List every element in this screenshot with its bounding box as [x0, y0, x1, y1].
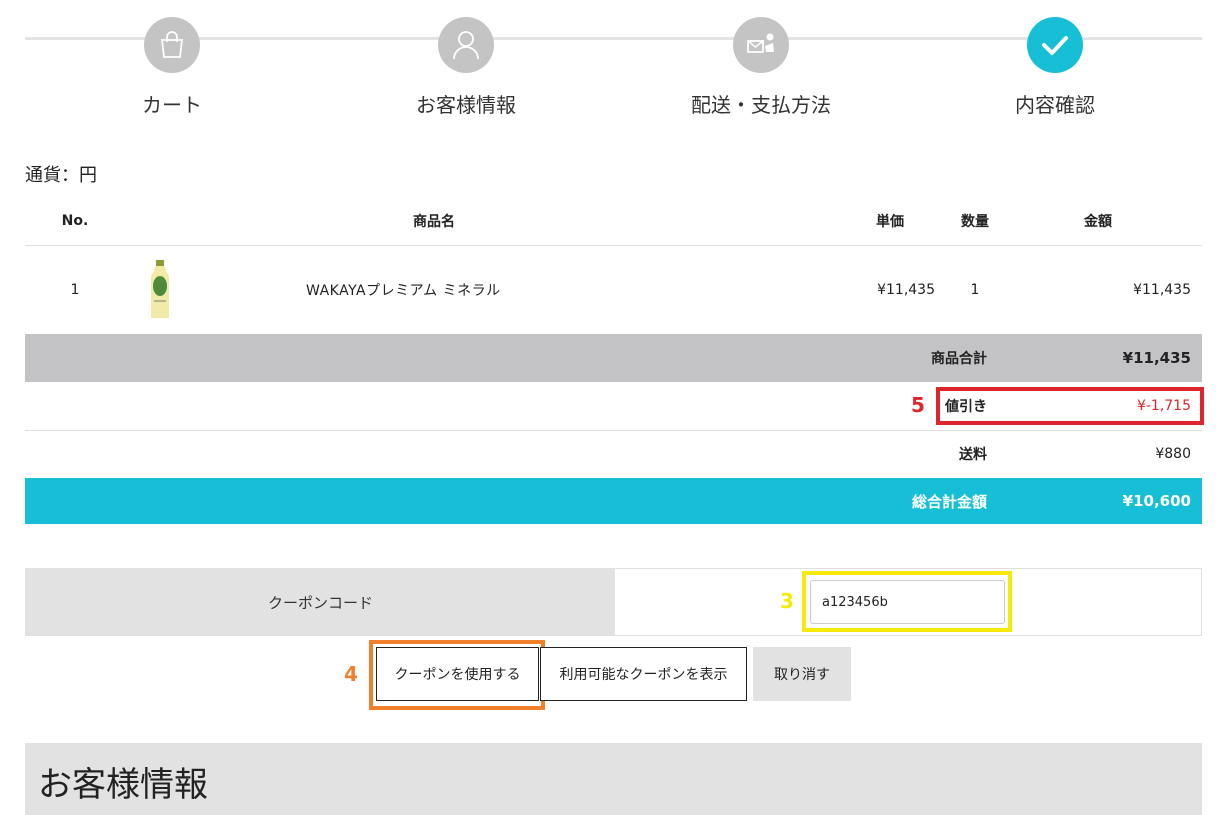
user-icon: [438, 17, 494, 73]
apply-coupon-button[interactable]: クーポンを使用する: [376, 647, 539, 701]
coupon-code-label: クーポンコード: [26, 569, 615, 635]
coupon-code-input[interactable]: [810, 580, 1005, 624]
checkout-stepper: カート お客様情報 配送・支払方法 内容確認: [25, 0, 1202, 130]
step-customer-info: お客様情報: [366, 17, 566, 118]
customer-info-section-title: お客様情報: [25, 743, 1202, 815]
header-product-name: 商品名: [413, 214, 455, 231]
header-amount: 金額: [1084, 214, 1112, 231]
header-no: No.: [61, 213, 89, 230]
item-quantity: 1: [970, 281, 980, 298]
header-quantity: 数量: [961, 214, 989, 231]
step-label-delivery: 配送・支払方法: [691, 93, 831, 117]
item-no: 1: [70, 281, 80, 298]
step-label-customer: お客様情報: [416, 93, 516, 117]
order-table: No. 商品名 単価 数量 金額 1 WAKAYAプレミアム ミネラル ¥11,…: [25, 198, 1202, 524]
product-bottle-image: [148, 259, 172, 320]
header-unit-price: 単価: [876, 214, 904, 231]
step-label-cart: カート: [142, 93, 202, 117]
marker-5: 5: [911, 393, 925, 417]
step-confirm: 内容確認: [955, 17, 1155, 118]
subtotal-row: 商品合計 ¥11,435: [25, 334, 1202, 382]
table-header-row: No. 商品名 単価 数量 金額: [25, 198, 1202, 245]
total-value: ¥10,600: [1122, 492, 1191, 510]
step-cart: カート: [72, 17, 272, 118]
delivery-icon: [733, 17, 789, 73]
total-row: 総合計金額 ¥10,600: [25, 478, 1202, 524]
shipping-label: 送料: [959, 447, 987, 464]
subtotal-label: 商品合計: [931, 351, 987, 367]
marker-3: 3: [780, 589, 794, 613]
show-coupons-button[interactable]: 利用可能なクーポンを表示: [540, 647, 747, 701]
table-row: 1 WAKAYAプレミアム ミネラル ¥11,435 1 ¥11,435: [25, 245, 1202, 334]
marker-4: 4: [344, 662, 358, 686]
step-delivery-payment: 配送・支払方法: [661, 17, 861, 118]
discount-highlight-box: [936, 387, 1204, 425]
coupon-section: クーポンコード: [25, 568, 1202, 636]
subtotal-value: ¥11,435: [1122, 349, 1191, 367]
step-label-confirm: 内容確認: [1015, 93, 1095, 117]
item-name[interactable]: WAKAYAプレミアム ミネラル: [195, 245, 815, 334]
currency-label: 通貨：円: [25, 165, 97, 186]
shopping-bag-icon: [144, 17, 200, 73]
cancel-coupon-button[interactable]: 取り消す: [753, 647, 851, 701]
total-label: 総合計金額: [911, 492, 987, 511]
item-unit-price: ¥11,435: [877, 281, 935, 298]
shipping-value: ¥880: [1155, 446, 1191, 463]
shipping-row: 送料 ¥880: [25, 430, 1202, 478]
product-image[interactable]: [125, 245, 195, 334]
check-icon: [1027, 17, 1083, 73]
discount-label: 値引き: [945, 398, 987, 415]
item-amount: ¥11,435: [1133, 281, 1191, 298]
